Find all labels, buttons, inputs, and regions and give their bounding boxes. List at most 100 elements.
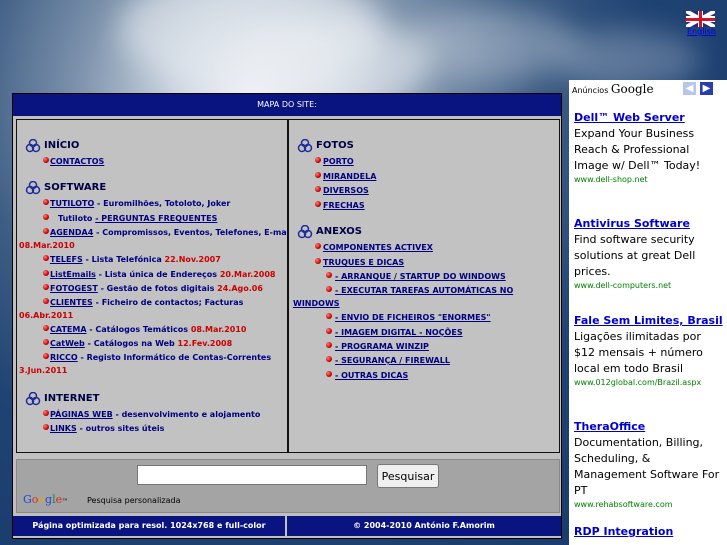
- link-frechas[interactable]: FRECHAS: [323, 201, 365, 210]
- link-executar-tarefas[interactable]: - EXECUTAR TAREFAS AUTOMÁTICAS NO: [335, 286, 513, 295]
- bullet-icon: [43, 284, 49, 290]
- section-internet[interactable]: INTERNET: [25, 392, 100, 406]
- date-ricco: 3.Jun.2011: [19, 366, 68, 375]
- bullet-icon: [43, 255, 49, 261]
- link-diversos[interactable]: DIVERSOS: [323, 186, 369, 195]
- section-software[interactable]: SOFTWARE: [25, 181, 107, 195]
- link-agenda4[interactable]: AGENDA4 - Compromissos, Eventos, Telefon…: [50, 228, 297, 237]
- ad-description: Documentation, Billing, Scheduling, & Ma…: [574, 436, 720, 497]
- link-truques-dicas[interactable]: TRUQUES E DICAS: [323, 258, 404, 267]
- link-executar-tarefas-cont[interactable]: WINDOWS: [293, 299, 340, 308]
- footer-resolution-note: Página optimizada para resol. 1024x768 e…: [13, 516, 285, 536]
- link-imagem-digital[interactable]: - IMAGEM DIGITAL - NOÇÕES: [335, 328, 463, 337]
- bullet-icon: [43, 298, 49, 304]
- link-catweb[interactable]: CatWeb - Catálogos na Web 12.Fev.2008: [50, 339, 232, 348]
- link-listemails[interactable]: ListEmails - Lista única de Endereços 20…: [50, 270, 275, 279]
- footer-copyright: © 2004-2010 António F.Amorim: [287, 516, 561, 536]
- link-paginas-web[interactable]: PÁGINAS WEB - desenvolvimento e alojamen…: [50, 410, 260, 419]
- english-link[interactable]: English: [687, 27, 716, 36]
- link-componentes-activex[interactable]: COMPONENTES ACTIVEX: [323, 243, 433, 252]
- search-button[interactable]: Pesquisar: [377, 464, 439, 488]
- ad-item[interactable]: TheraOffice Documentation, Billing, Sche…: [574, 419, 724, 511]
- ad-title[interactable]: TheraOffice: [574, 419, 724, 435]
- bullet-icon: [43, 199, 49, 205]
- bullet-icon: [43, 339, 49, 345]
- ad-title[interactable]: RDP Integration: [574, 524, 724, 540]
- site-map-title: MAPA DO SITE:: [13, 94, 561, 116]
- ad-title[interactable]: Antivirus Software: [574, 216, 724, 232]
- section-title: INTERNET: [44, 393, 100, 404]
- link-tutiloto-faq[interactable]: Tutiloto - PERGUNTAS FREQUENTES: [58, 214, 217, 223]
- section-title: INÍCIO: [44, 140, 80, 151]
- ad-title[interactable]: Fale Sem Limites, Brasil: [574, 313, 724, 329]
- bullet-icon: [326, 356, 332, 362]
- link-chain-icon: [25, 139, 41, 153]
- link-ricco[interactable]: RICCO - Registo Informático de Contas-Co…: [50, 353, 271, 362]
- bullet-icon: [43, 214, 49, 220]
- google-logo: Google™: [23, 493, 69, 506]
- ad-url[interactable]: www.dell-shop.net: [574, 174, 724, 186]
- bullet-icon: [43, 157, 49, 163]
- ad-item[interactable]: Antivirus Software Find software securit…: [574, 216, 724, 292]
- bullet-icon: [43, 424, 49, 430]
- ad-url[interactable]: www.rehabsoftware.com: [574, 499, 724, 511]
- link-chain-icon: [25, 181, 41, 195]
- uk-flag-icon[interactable]: [686, 11, 715, 27]
- bullet-icon: [43, 410, 49, 416]
- link-programa-winzip[interactable]: - PROGRAMA WINZIP: [335, 342, 429, 351]
- right-column: FOTOS PORTO MIRANDELA DIVERSOS FRECHAS A…: [288, 119, 560, 453]
- link-arranque[interactable]: - ARRANQUE / STARTUP DO WINDOWS: [335, 272, 506, 281]
- link-envio-ficheiros[interactable]: - ENVIO DE FICHEIROS "ENORMES": [335, 313, 491, 322]
- link-outras-dicas[interactable]: - OUTRAS DICAS: [335, 371, 408, 380]
- section-inicio[interactable]: INÍCIO: [25, 139, 80, 153]
- link-chain-icon: [297, 225, 313, 239]
- ad-description: Find software security solutions at grea…: [574, 233, 696, 278]
- ad-item[interactable]: RDP Integration: [574, 524, 724, 540]
- link-contactos[interactable]: CONTACTOS: [50, 157, 104, 166]
- link-chain-icon: [25, 392, 41, 406]
- bullet-icon: [326, 286, 332, 292]
- bullet-icon: [326, 342, 332, 348]
- ads-header: Anúncios Google: [572, 82, 654, 96]
- bullet-icon: [43, 325, 49, 331]
- search-input[interactable]: [137, 465, 367, 485]
- left-column: INÍCIO CONTACTOS SOFTWARE TUTILOTO - Eur…: [16, 119, 297, 453]
- ad-item[interactable]: Dell™ Web Server Expand Your Business Re…: [574, 110, 724, 186]
- link-seguranca-firewall[interactable]: - SEGURANÇA / FIREWALL: [335, 356, 450, 365]
- link-mirandela[interactable]: MIRANDELA: [323, 172, 376, 181]
- bullet-icon: [315, 172, 321, 178]
- bullet-icon: [326, 371, 332, 377]
- link-links[interactable]: LINKS - outros sites úteis: [50, 424, 164, 433]
- section-anexos[interactable]: ANEXOS: [297, 225, 362, 239]
- date-agenda4: 08.Mar.2010: [19, 241, 75, 250]
- section-title: FOTOS: [316, 140, 354, 151]
- link-fotogest[interactable]: FOTOGEST - Gestão de fotos digitais 24.A…: [50, 284, 263, 293]
- ad-title[interactable]: Dell™ Web Server: [574, 110, 724, 126]
- bullet-icon: [315, 157, 321, 163]
- link-porto[interactable]: PORTO: [323, 157, 354, 166]
- bullet-icon: [43, 228, 49, 234]
- section-title: SOFTWARE: [44, 182, 107, 193]
- section-fotos[interactable]: FOTOS: [297, 139, 354, 153]
- google-ads-panel: Anúncios Google ◀ ▶ Dell™ Web Server Exp…: [569, 80, 727, 545]
- ad-url[interactable]: www.012global.com/Brazil.aspx: [574, 377, 724, 389]
- link-clientes[interactable]: CLIENTES - Ficheiro de contactos; Factur…: [50, 298, 243, 307]
- prev-arrow-icon[interactable]: ◀: [683, 82, 696, 95]
- bullet-icon: [315, 243, 321, 249]
- site-map-panel: MAPA DO SITE: INÍCIO CONTACTOS SOFTWARE …: [12, 93, 562, 539]
- bullet-icon: [326, 272, 332, 278]
- bullet-icon: [315, 201, 321, 207]
- ad-url[interactable]: www.dell-computers.net: [574, 280, 724, 292]
- bullet-icon: [315, 258, 321, 264]
- ad-item[interactable]: Fale Sem Limites, Brasil Ligações ilimit…: [574, 313, 724, 389]
- bullet-icon: [326, 313, 332, 319]
- google-caption: Pesquisa personalizada: [87, 496, 181, 505]
- bullet-icon: [43, 270, 49, 276]
- link-telefs[interactable]: TELEFS - Lista Telefónica 22.Nov.2007: [50, 255, 221, 264]
- bullet-icon: [315, 186, 321, 192]
- next-arrow-icon[interactable]: ▶: [700, 82, 713, 95]
- link-tutiloto[interactable]: TUTILOTO - Euromilhões, Totoloto, Joker: [50, 199, 230, 208]
- google-search-box: Pesquisar Google™ Pesquisa personalizada: [16, 459, 560, 513]
- ad-description: Ligações ilimitadas por $12 mensais + nú…: [574, 330, 703, 375]
- link-catema[interactable]: CATEMA - Catálogos Temáticos 08.Mar.2010: [50, 325, 246, 334]
